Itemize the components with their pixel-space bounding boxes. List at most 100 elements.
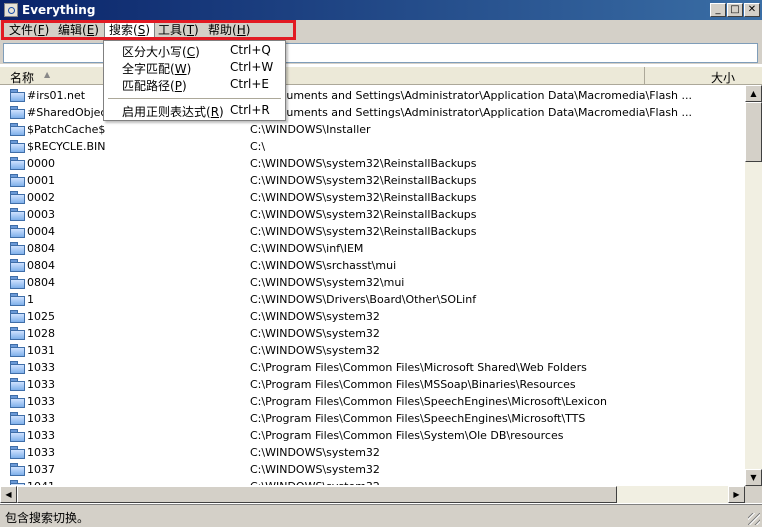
folder-icon [10,446,25,459]
table-row[interactable]: 1037 C:\WINDOWS\system32 [0,461,745,478]
menu-help-label: 帮助( [208,23,237,37]
row-path: C:\WINDOWS\system32\ReinstallBackups [250,225,477,238]
row-name: $PatchCache$ [27,123,106,136]
menu-tools[interactable]: 工具(T) [154,22,203,38]
horizontal-scrollbar[interactable]: ◀ ▶ [0,486,745,503]
menu-item-match-case[interactable]: 区分大小写(C) Ctrl+Q [104,42,285,60]
menu-search[interactable]: 搜索(S) [104,21,155,39]
folder-icon [10,208,25,221]
folder-icon [10,89,25,102]
table-row[interactable]: 1 C:\WINDOWS\Drivers\Board\Other\SOLinf [0,291,745,308]
folder-icon [10,327,25,340]
table-row[interactable]: 1028 C:\WINDOWS\system32 [0,325,745,342]
row-name: 0000 [27,157,55,170]
folder-icon [10,123,25,136]
table-row[interactable]: 1033 C:\Program Files\Common Files\Micros… [0,359,745,376]
table-row[interactable]: 0002 C:\WINDOWS\system32\ReinstallBackups [0,189,745,206]
scroll-left-icon[interactable]: ◀ [0,486,17,503]
menu-file[interactable]: 文件(F) [5,22,53,38]
row-path: C:\WINDOWS\Installer [250,123,371,136]
row-name: 0002 [27,191,55,204]
status-text: 包含搜索切换。 [5,511,90,525]
table-row[interactable]: $RECYCLE.BIN C:\ [0,138,745,155]
row-path: C:\WINDOWS\system32\mui [250,276,405,289]
scroll-down-icon[interactable]: ▼ [745,469,762,486]
title-bar: Everything _ □ ✕ [0,0,762,20]
row-name: 0804 [27,242,55,255]
minimize-button[interactable]: _ [710,3,726,17]
folder-icon [10,259,25,272]
menu-item-label: 区分大小写(C) [122,45,200,59]
table-row[interactable]: $PatchCache$ C:\WINDOWS\Installer [0,121,745,138]
folder-icon [10,293,25,306]
table-row[interactable]: 0804 C:\WINDOWS\system32\mui [0,274,745,291]
menu-item-shortcut: Ctrl+E [230,77,269,91]
menu-item-match-path[interactable]: 匹配路径(P) Ctrl+E [104,76,285,94]
table-row[interactable]: 1033 C:\Program Files\Common Files\Speech… [0,410,745,427]
horizontal-scroll-thumb[interactable] [17,486,617,503]
table-row[interactable]: 0804 C:\WINDOWS\srchasst\mui [0,257,745,274]
folder-icon [10,361,25,374]
scroll-up-icon[interactable]: ▲ [745,85,762,102]
menu-file-close: ) [44,23,50,37]
row-path: C:\WINDOWS\system32 [250,463,380,476]
folder-icon [10,310,25,323]
row-path: C:\Documents and Settings\Administrator\… [250,106,693,119]
menu-tools-label: 工具( [158,23,187,37]
close-button[interactable]: ✕ [744,3,760,17]
column-size-label: 大小 [710,71,735,85]
menu-item-label: 匹配路径(P) [122,79,187,93]
row-path: C:\WINDOWS\system32 [250,310,380,323]
vertical-scroll-thumb[interactable] [745,102,762,162]
row-path: C:\WINDOWS\Drivers\Board\Other\SOLinf [250,293,477,306]
menu-item-label: 启用正则表达式(R) [122,105,224,119]
column-size-header[interactable]: 大小 [645,67,745,85]
app-icon [4,3,18,17]
results-list: #irs01.net C:\Documents and Settings\Admi… [0,86,745,485]
row-name: 1033 [27,446,55,459]
menu-help[interactable]: 帮助(H) [204,22,254,38]
sort-ascending-icon: ▲ [44,70,51,79]
folder-icon [10,225,25,238]
resize-grip-icon[interactable] [748,513,760,525]
row-name: 1033 [27,412,55,425]
menu-file-key: F [37,23,45,37]
table-row[interactable]: 0000 C:\WINDOWS\system32\ReinstallBackups [0,155,745,172]
vertical-scrollbar[interactable]: ▲ ▼ [745,85,762,486]
row-path: C:\Program Files\Common Files\Microsoft … [250,361,587,374]
table-row[interactable]: 1033 C:\Program Files\Common Files\MSSoap… [0,376,745,393]
menu-edit[interactable]: 编辑(E) [54,22,103,38]
folder-icon [10,174,25,187]
row-path: C:\WINDOWS\system32\ReinstallBackups [250,208,477,221]
folder-icon [10,429,25,442]
table-row[interactable]: 1031 C:\WINDOWS\system32 [0,342,745,359]
table-row[interactable]: 0004 C:\WINDOWS\system32\ReinstallBackups [0,223,745,240]
status-bar: 包含搜索切换。 [0,504,762,527]
scroll-right-icon[interactable]: ▶ [728,486,745,503]
menu-search-label: 搜索( [109,23,138,37]
folder-icon [10,344,25,357]
table-row[interactable]: 1033 C:\WINDOWS\system32 [0,444,745,461]
folder-icon [10,480,25,485]
row-path: C:\WINDOWS\system32 [250,480,380,485]
row-path: C:\Program Files\Common Files\System\Ole… [250,429,564,442]
menu-file-label: 文件( [9,23,38,37]
column-path-header[interactable] [245,67,645,85]
table-row[interactable]: 0804 C:\WINDOWS\inf\IEM [0,240,745,257]
table-row[interactable]: 1025 C:\WINDOWS\system32 [0,308,745,325]
menu-item-enable-regex[interactable]: 启用正则表达式(R) Ctrl+R [104,102,285,120]
row-name: 1033 [27,395,55,408]
menu-search-close: ) [145,23,150,37]
row-name: 0804 [27,259,55,272]
table-row[interactable]: 0003 C:\WINDOWS\system32\ReinstallBackups [0,206,745,223]
menu-tools-key: T [186,23,195,37]
row-name: #irs01.net [27,89,86,102]
table-row[interactable]: 1033 C:\Program Files\Common Files\System… [0,427,745,444]
table-row[interactable]: 1041 C:\WINDOWS\system32 [0,478,745,485]
menu-edit-label: 编辑( [58,23,87,37]
maximize-button[interactable]: □ [727,3,743,17]
table-row[interactable]: 1033 C:\Program Files\Common Files\Speech… [0,393,745,410]
menu-item-match-whole-word[interactable]: 全字匹配(W) Ctrl+W [104,59,285,77]
table-row[interactable]: 0001 C:\WINDOWS\system32\ReinstallBackups [0,172,745,189]
row-name: 1025 [27,310,55,323]
